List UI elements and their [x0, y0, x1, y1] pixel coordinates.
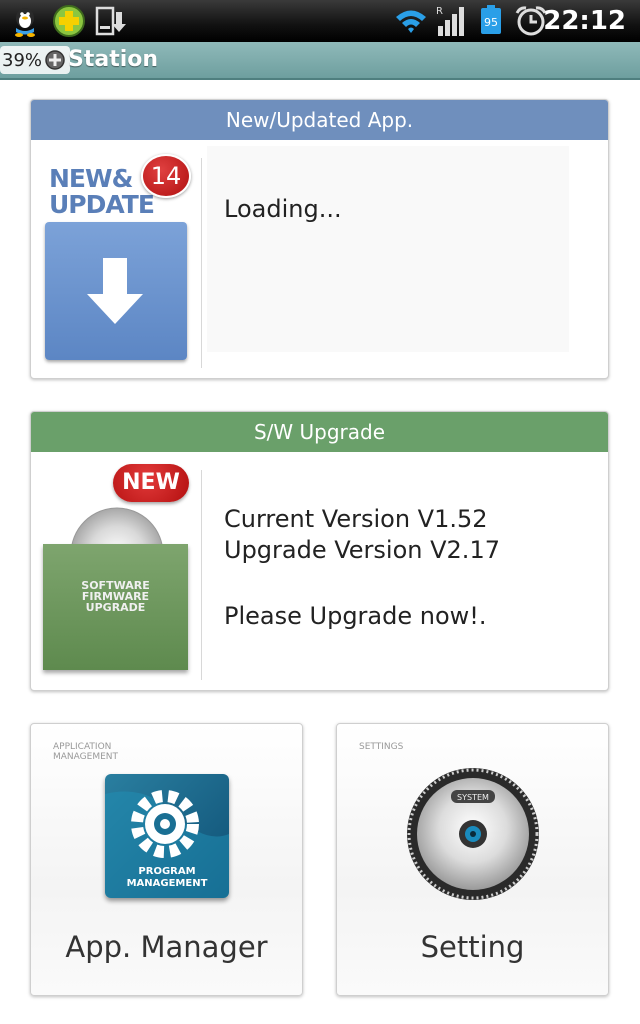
gear-icon: PROGRAM MANAGEMENT	[105, 790, 229, 898]
status-clock: 22:12	[543, 6, 626, 36]
system-disc-icon: SYSTEM	[405, 766, 541, 902]
icon-line1: PROGRAM	[138, 866, 195, 877]
charge-plus-icon	[45, 50, 65, 70]
caption-line2: MANAGEMENT	[53, 752, 118, 762]
new-updated-app-card[interactable]: New/Updated App. NEW& UPDATE 14 Loading.…	[30, 99, 609, 379]
new-badge: NEW	[113, 464, 189, 502]
page-title: Station	[68, 47, 159, 72]
disc-label: SYSTEM	[457, 793, 489, 802]
program-management-icon: PROGRAM MANAGEMENT	[105, 774, 229, 898]
app-manager-label: App. Manager	[65, 930, 268, 964]
app-manager-tile[interactable]: APPLICATION MANAGEMENT PROGRAM MANAGEMEN…	[30, 723, 303, 996]
current-version-text: Current Version V1.52	[224, 505, 488, 533]
new-updated-card-header: New/Updated App.	[31, 100, 608, 140]
card-divider	[201, 470, 202, 680]
download-icon[interactable]	[94, 4, 128, 38]
settings-caption: SETTINGS	[359, 742, 404, 752]
loading-text: Loading...	[224, 195, 342, 223]
update-count-badge: 14	[141, 154, 191, 198]
card-divider	[201, 158, 202, 368]
download-arrow-icon	[87, 258, 143, 324]
svg-text:R: R	[436, 6, 443, 17]
svg-text:95: 95	[484, 16, 498, 29]
battery-overlay[interactable]: 39%	[0, 46, 71, 74]
sw-upgrade-card[interactable]: S/W Upgrade SOFTWARE FIRMWARE UPGRADE NE…	[30, 411, 609, 691]
caption-line1: APPLICATION	[53, 742, 112, 752]
new-update-line1: NEW&	[49, 164, 133, 193]
download-box	[45, 222, 187, 360]
wifi-icon	[394, 4, 428, 38]
setting-tile[interactable]: SETTINGS SYSTEM Setting	[336, 723, 609, 996]
signal-icon: R	[434, 4, 468, 38]
app-manager-caption: APPLICATION MANAGEMENT	[53, 742, 118, 762]
setting-label: Setting	[420, 930, 525, 964]
battery-percent-text: 39%	[2, 49, 43, 71]
firmware-box: SOFTWARE FIRMWARE UPGRADE	[43, 544, 188, 670]
upgrade-version-text: Upgrade Version V2.17	[224, 536, 500, 564]
new-update-image: NEW& UPDATE 14	[45, 154, 191, 363]
firmware-box-image: SOFTWARE FIRMWARE UPGRADE NEW	[41, 462, 191, 677]
update-count-text: 14	[150, 162, 182, 190]
status-bar: R 95 22:12	[0, 0, 640, 42]
new-badge-text: NEW	[122, 470, 180, 495]
loading-panel	[207, 146, 569, 352]
title-bar: 39% Station	[0, 42, 640, 80]
qq-penguin-icon[interactable]	[8, 4, 42, 38]
box-line-upgrade: UPGRADE	[85, 601, 146, 614]
plus-app-icon[interactable]	[52, 4, 86, 38]
battery-icon: 95	[478, 4, 504, 38]
icon-line2: MANAGEMENT	[127, 878, 208, 889]
new-update-line2: UPDATE	[49, 190, 155, 219]
sw-upgrade-card-header: S/W Upgrade	[31, 412, 608, 452]
upgrade-message-text: Please Upgrade now!.	[224, 602, 487, 630]
